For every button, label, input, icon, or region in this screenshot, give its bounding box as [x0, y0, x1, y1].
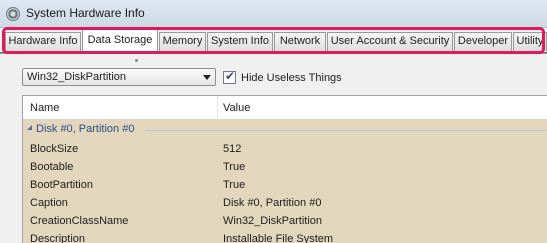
table-row[interactable]: BlockSize 512	[23, 141, 547, 159]
table-row[interactable]: BootPartition True	[23, 177, 547, 195]
title-bar: System Hardware Info	[0, 0, 547, 28]
gear-app-icon[interactable]	[6, 7, 20, 21]
chevron-down-icon[interactable]	[203, 75, 211, 80]
tab-user-account-security[interactable]: User Account & Security	[327, 32, 453, 51]
column-header-name[interactable]: Name	[30, 102, 59, 114]
property-name: BootPartition	[30, 179, 93, 191]
table-row[interactable]: Caption Disk #0, Partition #0	[23, 195, 547, 213]
window-title: System Hardware Info	[26, 6, 145, 20]
column-separator[interactable]	[217, 96, 218, 120]
property-value: True	[223, 161, 246, 173]
property-value: True	[223, 179, 246, 191]
property-name: CreationClassName	[30, 215, 129, 227]
tab-utility[interactable]: Utility	[513, 32, 547, 51]
property-value: Disk #0, Partition #0	[223, 197, 322, 209]
property-name: Caption	[30, 197, 68, 209]
tab-memory[interactable]: Memory	[159, 32, 206, 51]
tab-data-storage[interactable]: Data Storage	[82, 29, 158, 52]
table-row[interactable]: Bootable True	[23, 159, 547, 177]
group-divider	[146, 130, 546, 131]
wmi-class-select-value: Win32_DiskPartition	[27, 71, 127, 83]
hide-useless-checkbox[interactable]: ✔	[223, 69, 236, 84]
wmi-class-select[interactable]: Win32_DiskPartition	[22, 68, 216, 86]
hide-useless-label[interactable]: Hide Useless Things	[241, 72, 342, 84]
property-name: BlockSize	[30, 143, 79, 155]
grid-header: Name Value	[23, 96, 547, 120]
tab-hardware-info[interactable]: Hardware Info	[5, 32, 81, 51]
property-name: Bootable	[30, 161, 74, 173]
column-header-value[interactable]: Value	[223, 102, 250, 114]
property-value: Installable File System	[223, 233, 334, 243]
tab-developer[interactable]: Developer	[454, 32, 512, 51]
tab-network[interactable]: Network	[274, 32, 326, 51]
property-name: Description	[30, 233, 86, 243]
property-value: 512	[223, 143, 242, 155]
property-grid: Name Value Disk #0, Partition #0 BlockSi…	[22, 95, 547, 243]
property-value: Win32_DiskPartition	[223, 215, 323, 227]
checkmark-icon: ✔	[225, 69, 236, 83]
group-header[interactable]: Disk #0, Partition #0	[23, 121, 547, 137]
tab-strip: Hardware Info Data Storage Memory System…	[0, 28, 547, 52]
table-row[interactable]: CreationClassName Win32_DiskPartition	[23, 213, 547, 231]
group-header-label: Disk #0, Partition #0	[36, 123, 135, 135]
collapse-triangle-icon[interactable]	[26, 123, 34, 131]
table-row[interactable]: Description Installable File System	[23, 231, 547, 243]
tab-system-info[interactable]: System Info	[207, 32, 273, 51]
panel-grip-dot	[135, 59, 138, 62]
